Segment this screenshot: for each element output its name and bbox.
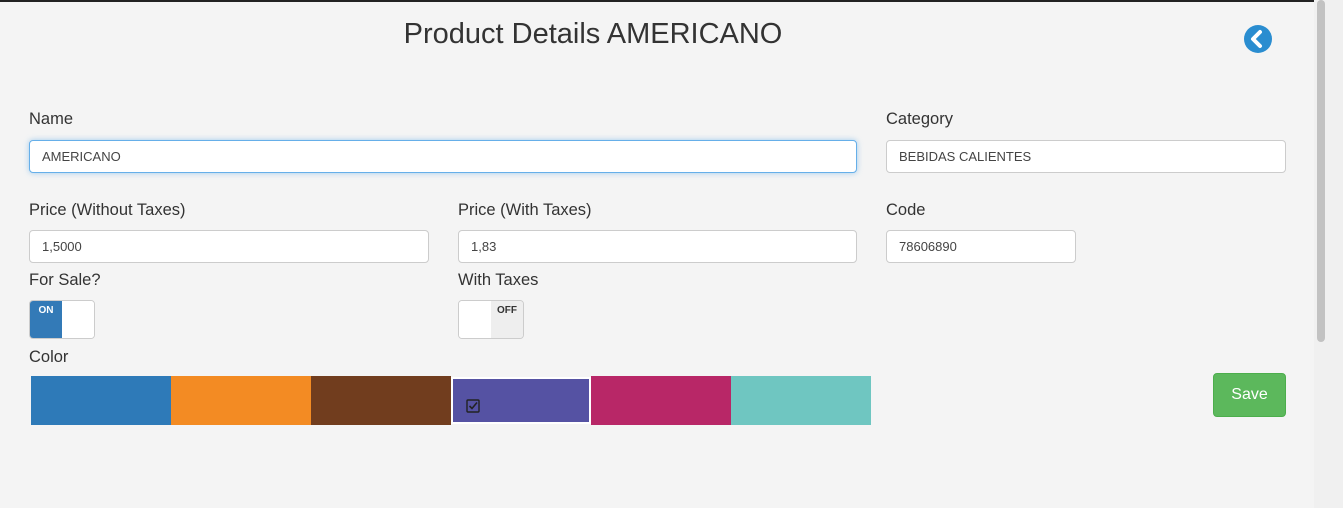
color-swatch[interactable] <box>171 376 311 425</box>
back-button[interactable] <box>1244 25 1272 53</box>
price-with-taxes-label: Price (With Taxes) <box>458 201 592 219</box>
toggle-state-off: OFF <box>491 301 523 338</box>
toggle-handle <box>62 301 94 338</box>
code-label: Code <box>886 201 926 219</box>
color-picker <box>31 376 872 425</box>
with-taxes-label: With Taxes <box>458 271 539 289</box>
for-sale-toggle[interactable]: ON <box>29 300 95 339</box>
chevron-left-icon <box>1251 30 1262 48</box>
name-input[interactable] <box>29 140 857 173</box>
color-swatch[interactable] <box>311 376 451 425</box>
with-taxes-toggle[interactable]: OFF <box>458 300 524 339</box>
toggle-state-on: ON <box>30 301 62 338</box>
color-label: Color <box>29 348 69 366</box>
checkbox-checked-icon <box>466 399 480 413</box>
category-input[interactable] <box>886 140 1286 173</box>
color-swatch[interactable] <box>451 377 591 424</box>
category-label: Category <box>886 110 953 128</box>
code-input[interactable] <box>886 230 1076 263</box>
top-border <box>0 0 1314 2</box>
for-sale-label: For Sale? <box>29 271 101 289</box>
color-swatch[interactable] <box>731 376 871 425</box>
price-without-taxes-input[interactable] <box>29 230 429 263</box>
page-title: Product Details AMERICANO <box>403 18 783 50</box>
color-swatch[interactable] <box>591 376 731 425</box>
scrollbar-thumb[interactable] <box>1317 0 1325 342</box>
save-button[interactable]: Save <box>1213 373 1286 417</box>
name-label: Name <box>29 110 74 128</box>
toggle-handle <box>459 301 491 338</box>
price-without-taxes-label: Price (Without Taxes) <box>29 201 186 219</box>
color-swatch[interactable] <box>31 376 171 425</box>
price-with-taxes-input[interactable] <box>458 230 857 263</box>
